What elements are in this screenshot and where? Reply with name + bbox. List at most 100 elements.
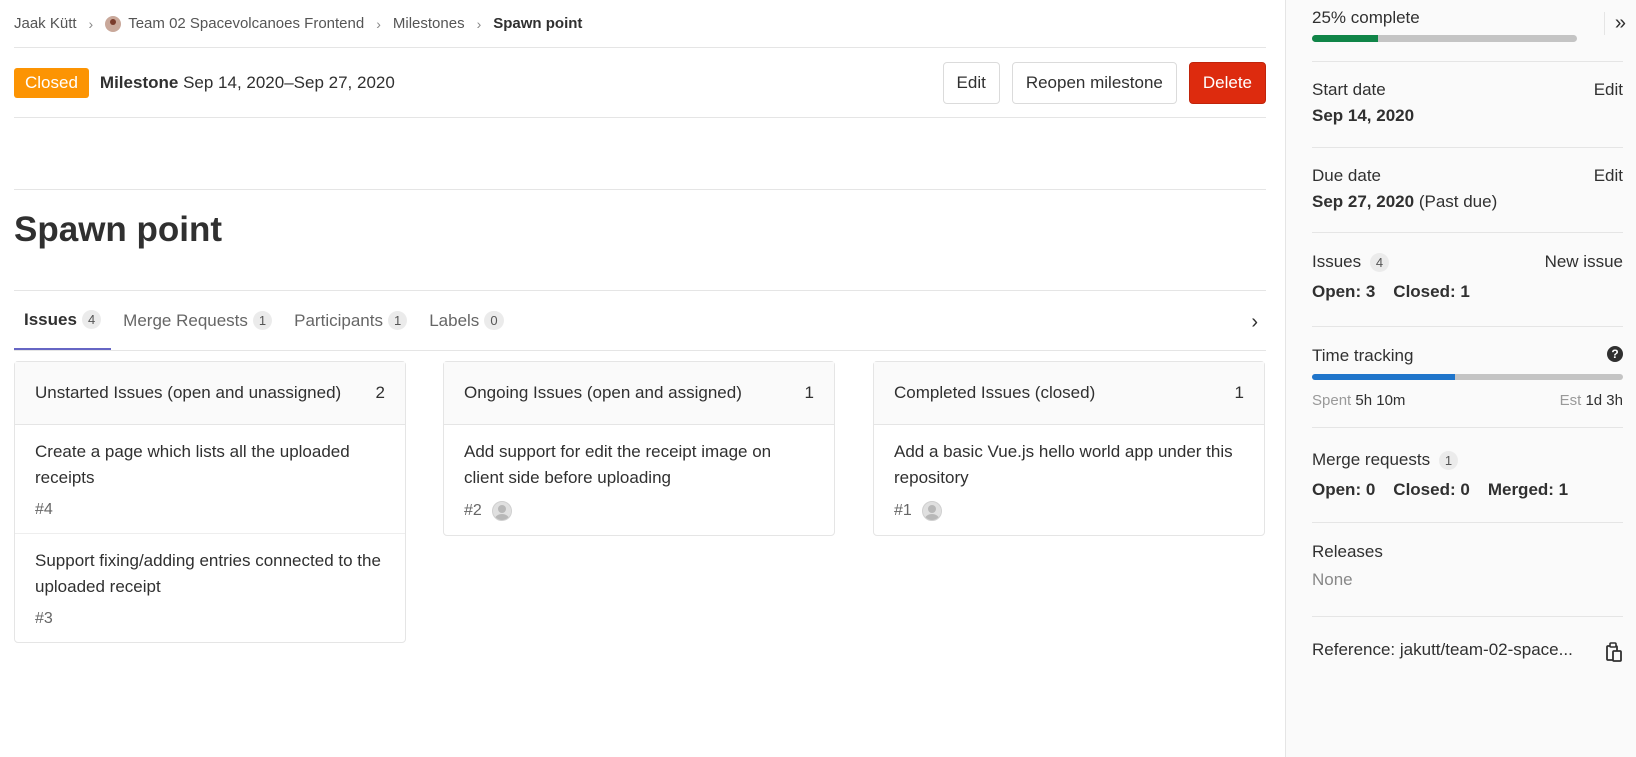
- tab-merge-requests[interactable]: Merge Requests 1: [113, 291, 282, 350]
- breadcrumb-project-label: Team 02 Spacevolcanoes Frontend: [128, 15, 365, 32]
- breadcrumb-milestones-link[interactable]: Milestones: [393, 15, 465, 32]
- divider: [1312, 61, 1623, 62]
- issue-meta: #2: [464, 501, 814, 521]
- new-issue-link[interactable]: New issue: [1545, 252, 1623, 272]
- question-circle-icon[interactable]: ?: [1607, 346, 1623, 362]
- releases-value: None: [1312, 570, 1353, 589]
- spent-label: Spent: [1312, 392, 1352, 409]
- issue-ref: #3: [35, 610, 53, 627]
- list-item: Support fixing/adding entries connected …: [15, 534, 405, 642]
- issues-open: Open: 3: [1312, 282, 1376, 301]
- issue-meta: #3: [35, 610, 385, 628]
- page-title: Spawn point: [14, 210, 223, 249]
- project-avatar-icon: [105, 15, 122, 32]
- avatar[interactable]: [921, 501, 942, 521]
- double-chevron-right-icon[interactable]: »: [1603, 12, 1626, 35]
- board-count: 1: [1234, 383, 1244, 402]
- issue-title-link[interactable]: Support fixing/adding entries connected …: [35, 548, 385, 600]
- board-title: Unstarted Issues (open and unassigned): [35, 383, 342, 402]
- avatar[interactable]: [491, 501, 512, 521]
- progress-bar-fill: [1312, 35, 1379, 42]
- board-completed: Completed Issues (closed) 1 Add a basic …: [873, 361, 1265, 536]
- due-date-value: Sep 27, 2020: [1312, 192, 1415, 211]
- issue-title-link[interactable]: Add support for edit the receipt image o…: [464, 439, 814, 491]
- tab-label: Participants: [294, 310, 383, 330]
- time-tracking-bar: [1312, 374, 1623, 380]
- issue-title-link[interactable]: Add a basic Vue.js hello world app under…: [894, 439, 1244, 491]
- due-date-section: Due date Sep 27, 2020 (Past due) Edit: [1312, 166, 1623, 233]
- due-date-value-row: Sep 27, 2020 (Past due): [1312, 192, 1623, 212]
- tab-count: 1: [252, 311, 273, 330]
- releases-section: Releases None: [1312, 542, 1623, 617]
- tab-label: Labels: [429, 310, 480, 330]
- issues-label: Issues: [1312, 252, 1362, 271]
- estimate-label: Est: [1559, 392, 1582, 409]
- chevron-right-icon: ›: [476, 15, 482, 32]
- time-tracking-section: Time tracking ? Spent 5h 10m Est 1d 3h: [1312, 346, 1623, 428]
- progress-label: 25% complete: [1312, 8, 1420, 27]
- reference-section: Reference: jakutt/team-02-space...: [1312, 640, 1623, 670]
- releases-label: Releases: [1312, 542, 1383, 561]
- list-item: Add a basic Vue.js hello world app under…: [874, 425, 1264, 535]
- breadcrumb-current[interactable]: Spawn point: [493, 15, 582, 32]
- tab-label: Merge Requests: [123, 310, 248, 330]
- tab-labels[interactable]: Labels 0: [419, 291, 513, 350]
- chevron-right-icon[interactable]: ›: [1251, 311, 1258, 334]
- board-count: 2: [375, 383, 385, 402]
- edit-button[interactable]: Edit: [942, 62, 1000, 104]
- reference-text: Reference: jakutt/team-02-space...: [1312, 640, 1573, 659]
- tab-count: 4: [81, 310, 102, 329]
- breadcrumb-project-link[interactable]: Team 02 Spacevolcanoes Frontend: [105, 15, 364, 32]
- merge-requests-stats: Open: 0 Closed: 0 Merged: 1: [1312, 480, 1623, 500]
- start-date-section: Start date Sep 14, 2020 Edit: [1312, 80, 1623, 148]
- start-date-value: Sep 14, 2020: [1312, 106, 1415, 125]
- list-item: Add support for edit the receipt image o…: [444, 425, 834, 535]
- tab-count: 1: [387, 311, 408, 330]
- time-tracking-label: Time tracking: [1312, 346, 1414, 365]
- list-item: Create a page which lists all the upload…: [15, 425, 405, 534]
- breadcrumb: Jaak Kütt › Team 02 Spacevolcanoes Front…: [14, 0, 1266, 48]
- board-header: Completed Issues (closed) 1: [874, 362, 1264, 425]
- issues-section: Issues 4 New issue Open: 3 Closed: 1: [1312, 252, 1623, 327]
- breadcrumb-user-link[interactable]: Jaak Kütt: [14, 15, 77, 32]
- milestone-tabs: Issues 4 Merge Requests 1 Participants 1…: [14, 290, 1266, 351]
- mr-closed: Closed: 0: [1393, 480, 1470, 499]
- time-tracking-values: Spent 5h 10m Est 1d 3h: [1312, 392, 1623, 409]
- delete-button[interactable]: Delete: [1188, 62, 1266, 104]
- mr-merged: Merged: 1: [1487, 480, 1569, 499]
- due-date-label: Due date: [1312, 166, 1381, 185]
- tab-label: Issues: [24, 309, 77, 329]
- header-actions: Edit Reopen milestone Delete: [942, 62, 1266, 104]
- chevron-right-icon: ›: [88, 15, 94, 32]
- issues-stats: Open: 3 Closed: 1: [1312, 282, 1623, 302]
- issue-ref: #1: [894, 502, 912, 519]
- milestone-date-range: Sep 14, 2020–Sep 27, 2020: [183, 72, 395, 92]
- estimate-row: Est 1d 3h: [1560, 392, 1623, 409]
- edit-start-date-link[interactable]: Edit: [1594, 80, 1623, 100]
- issues-count: 4: [1369, 253, 1390, 272]
- board-header: Ongoing Issues (open and assigned) 1: [444, 362, 834, 425]
- board-title: Completed Issues (closed): [894, 383, 1096, 402]
- board-count: 1: [804, 383, 814, 402]
- merge-requests-count: 1: [1438, 451, 1459, 470]
- progress-bar: [1312, 35, 1577, 42]
- merge-requests-section: Merge requests 1 Open: 0 Closed: 0 Merge…: [1312, 450, 1623, 523]
- board-title: Ongoing Issues (open and assigned): [464, 383, 742, 402]
- right-sidebar: » 25% complete Start date Sep 14, 2020 E…: [1285, 0, 1636, 757]
- edit-due-date-link[interactable]: Edit: [1594, 166, 1623, 186]
- tab-issues[interactable]: Issues 4: [14, 291, 112, 350]
- reopen-milestone-button[interactable]: Reopen milestone: [1011, 62, 1177, 104]
- issue-title-link[interactable]: Create a page which lists all the upload…: [35, 439, 385, 491]
- tab-count: 0: [484, 311, 504, 330]
- board-header: Unstarted Issues (open and unassigned) 2: [15, 362, 405, 425]
- milestone-dates: Milestone Sep 14, 2020–Sep 27, 2020: [100, 73, 395, 93]
- start-date-label: Start date: [1312, 80, 1386, 99]
- milestone-progress: 25% complete: [1312, 8, 1577, 42]
- spent-row: Spent 5h 10m: [1312, 392, 1405, 409]
- issue-meta: #4: [35, 501, 385, 519]
- clipboard-icon[interactable]: [1605, 642, 1623, 662]
- merge-requests-label: Merge requests: [1312, 450, 1431, 469]
- tab-participants[interactable]: Participants 1: [284, 291, 417, 350]
- estimate-value: 1d 3h: [1585, 392, 1623, 409]
- merge-requests-label-row: Merge requests 1: [1312, 450, 1623, 470]
